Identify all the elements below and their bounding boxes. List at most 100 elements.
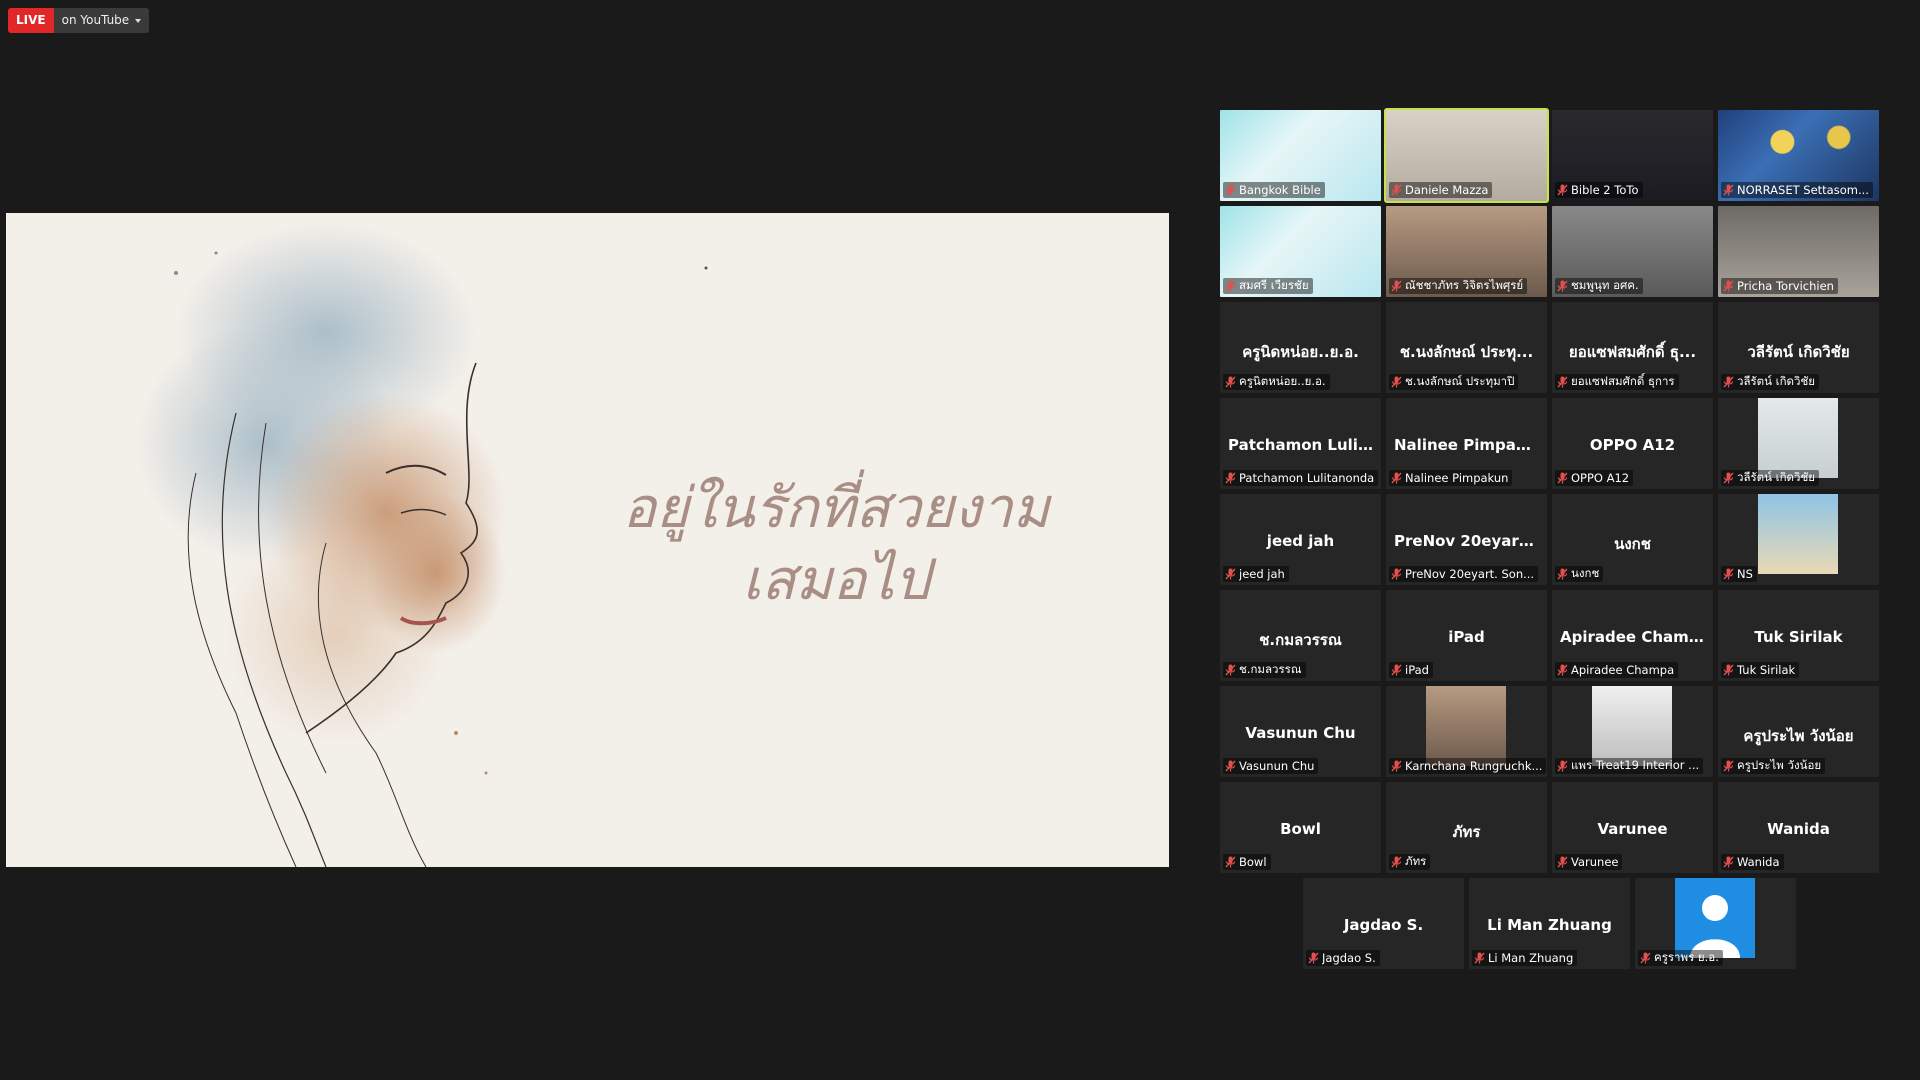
muted-mic-icon <box>1225 856 1236 868</box>
participant-name-label: PreNov 20eyart. Son... <box>1389 566 1539 582</box>
lyric-line-1: อยู่ในรักที่สวยงาม <box>622 476 1050 541</box>
participant-display-name: Apiradee Champa <box>1560 628 1710 646</box>
participant-tile[interactable]: Pricha Torvichien <box>1718 206 1879 297</box>
participant-tile[interactable]: วลีรัตน์ เกิดวิชัย วลีรัตน์ เกิดวิชัย <box>1718 302 1879 393</box>
muted-mic-icon <box>1723 184 1734 196</box>
participant-name-label: Patchamon Lulitanonda <box>1223 470 1379 486</box>
participant-tile[interactable]: นงกช นงกช <box>1552 494 1713 585</box>
muted-mic-icon <box>1723 856 1734 868</box>
participant-name-label: แพร Treat19 Interior ... <box>1555 758 1704 774</box>
participant-name: Jagdao S. <box>1322 951 1376 965</box>
participant-tile[interactable]: NS <box>1718 494 1879 585</box>
participant-tile[interactable]: Bible 2 ToTo <box>1552 110 1713 201</box>
participant-display-name: Nalinee Pimpak... <box>1394 436 1543 454</box>
participant-display-name: Patchamon Lulit... <box>1228 436 1381 454</box>
muted-mic-icon <box>1225 472 1236 484</box>
participant-display-name: Varunee <box>1597 820 1668 838</box>
live-badge: LIVE <box>8 8 54 33</box>
participant-name-label: NS <box>1721 566 1757 582</box>
participant-tile[interactable]: Wanida Wanida <box>1718 782 1879 873</box>
participant-display-name: ยอแซฟสมศักดิ์ ธุ... <box>1568 343 1697 361</box>
participant-tile[interactable]: Vasunun Chu Vasunun Chu <box>1220 686 1381 777</box>
muted-mic-icon <box>1225 760 1236 772</box>
participant-name: Bible 2 ToTo <box>1571 183 1639 197</box>
participant-display-name: Jagdao S. <box>1343 916 1424 934</box>
lyric-text: อยู่ในรักที่สวยงาม เสมอไป <box>596 473 1076 617</box>
muted-mic-icon <box>1723 472 1734 484</box>
person-icon <box>1690 895 1740 958</box>
participant-name: NORRASET Settasom... <box>1737 183 1869 197</box>
participant-video <box>1426 686 1506 766</box>
participant-tile[interactable]: Tuk Sirilak Tuk Sirilak <box>1718 590 1879 681</box>
muted-mic-icon <box>1557 856 1568 868</box>
participant-name: Bangkok Bible <box>1239 183 1321 197</box>
participant-display-name: Bowl <box>1280 820 1321 838</box>
participant-name-label: Nalinee Pimpakun <box>1389 470 1513 486</box>
participant-tile[interactable]: Daniele Mazza <box>1384 108 1549 203</box>
participant-tile[interactable]: iPad iPad <box>1386 590 1547 681</box>
participant-name: แพร Treat19 Interior ... <box>1571 758 1700 772</box>
muted-mic-icon <box>1557 664 1568 676</box>
participant-name-label: ช.กมลวรรณ <box>1223 662 1306 678</box>
participant-tile[interactable]: jeed jah jeed jah <box>1220 494 1381 585</box>
participant-name: Tuk Sirilak <box>1737 663 1796 677</box>
participant-tile[interactable]: Bowl Bowl <box>1220 782 1381 873</box>
participant-name-label: Apiradee Champa <box>1555 662 1679 678</box>
participant-name-label: Varunee <box>1555 854 1623 870</box>
participant-name: ครูประไพ วังน้อย <box>1737 758 1822 772</box>
participant-tile[interactable]: Nalinee Pimpak... Nalinee Pimpakun <box>1386 398 1547 489</box>
participant-tile[interactable]: NORRASET Settasom... <box>1718 110 1879 201</box>
muted-mic-icon <box>1640 952 1651 964</box>
participant-name: jeed jah <box>1239 567 1285 581</box>
participant-tile[interactable]: OPPO A12 OPPO A12 <box>1552 398 1713 489</box>
participant-name-label: Bangkok Bible <box>1223 182 1325 198</box>
participant-name-label: Bowl <box>1223 854 1271 870</box>
participant-tile[interactable]: Varunee Varunee <box>1552 782 1713 873</box>
participant-tile[interactable]: Karnchana Rungruchk... <box>1386 686 1547 777</box>
participant-tile[interactable]: ครูราพร ย.อ. <box>1635 878 1796 969</box>
participant-tile[interactable]: ยอแซฟสมศักดิ์ ธุ... ยอแซฟสมศักดิ์ ธุการ <box>1552 302 1713 393</box>
youtube-label: on YouTube <box>61 13 130 27</box>
participant-display-name: ช.กมลวรรณ <box>1259 631 1342 649</box>
participant-name-label: Daniele Mazza <box>1389 182 1493 198</box>
participant-display-name: Tuk Sirilak <box>1754 628 1843 646</box>
participant-tile[interactable]: ครูนิดหน่อย..ย.อ. ครูนิตหน่อย..ย.อ. <box>1220 302 1381 393</box>
muted-mic-icon <box>1308 952 1319 964</box>
participant-tile[interactable]: ณัชชาภัทร วิจิตรไพศุรย์ <box>1386 206 1547 297</box>
participant-tile[interactable]: Li Man Zhuang Li Man Zhuang <box>1469 878 1630 969</box>
participant-tile[interactable]: ครูประไพ วังน้อย ครูประไพ วังน้อย <box>1718 686 1879 777</box>
participant-video <box>1758 494 1838 574</box>
participant-name: Nalinee Pimpakun <box>1405 471 1509 485</box>
participant-name: Karnchana Rungruchk... <box>1405 759 1543 773</box>
participant-display-name: iPad <box>1448 628 1485 646</box>
participant-name-label: ครูประไพ วังน้อย <box>1721 758 1826 774</box>
participant-tile[interactable]: วลีรัตน์ เกิดวิชัย <box>1718 398 1879 489</box>
youtube-dropdown[interactable]: on YouTube <box>53 8 150 33</box>
participant-tile[interactable]: Bangkok Bible <box>1220 110 1381 201</box>
chevron-down-icon <box>135 18 142 23</box>
participant-tile[interactable]: แพร Treat19 Interior ... <box>1552 686 1713 777</box>
participant-tile[interactable]: ช.นงลักษณ์ ประทุ... ช.นงลักษณ์ ประทุมาปิ <box>1386 302 1547 393</box>
participant-tile[interactable]: ชมพูนุท อศค. <box>1552 206 1713 297</box>
participant-video <box>1758 398 1838 478</box>
participant-tile[interactable]: ภัทร ภัทร <box>1386 782 1547 873</box>
participant-tile[interactable]: ช.กมลวรรณ ช.กมลวรรณ <box>1220 590 1381 681</box>
muted-mic-icon <box>1391 280 1402 292</box>
participant-name: วลีรัตน์ เกิดวิชัย <box>1737 374 1816 388</box>
muted-mic-icon <box>1391 568 1402 580</box>
participant-name: Wanida <box>1737 855 1780 869</box>
participant-name: iPad <box>1405 663 1429 677</box>
participant-name-label: NORRASET Settasom... <box>1721 182 1873 198</box>
participant-display-name: Vasunun Chu <box>1245 724 1356 742</box>
participant-tile[interactable]: สมศรี เวียรชัย <box>1220 206 1381 297</box>
participant-tile[interactable]: Jagdao S. Jagdao S. <box>1303 878 1464 969</box>
participant-tile[interactable]: PreNov 20eyart.... PreNov 20eyart. Son... <box>1386 494 1547 585</box>
live-indicator[interactable]: LIVE on YouTube <box>8 8 150 33</box>
participant-name-label: วลีรัตน์ เกิดวิชัย <box>1721 470 1820 486</box>
participant-display-name: ครูนิดหน่อย..ย.อ. <box>1242 343 1359 361</box>
lyric-line-2: เสมอไป <box>742 548 930 613</box>
participant-tile[interactable]: Patchamon Lulit... Patchamon Lulitanonda <box>1220 398 1381 489</box>
participant-name: ชมพูนุท อศค. <box>1571 278 1639 292</box>
participant-display-name: ครูประไพ วังน้อย <box>1743 727 1854 745</box>
participant-tile[interactable]: Apiradee Champa Apiradee Champa <box>1552 590 1713 681</box>
